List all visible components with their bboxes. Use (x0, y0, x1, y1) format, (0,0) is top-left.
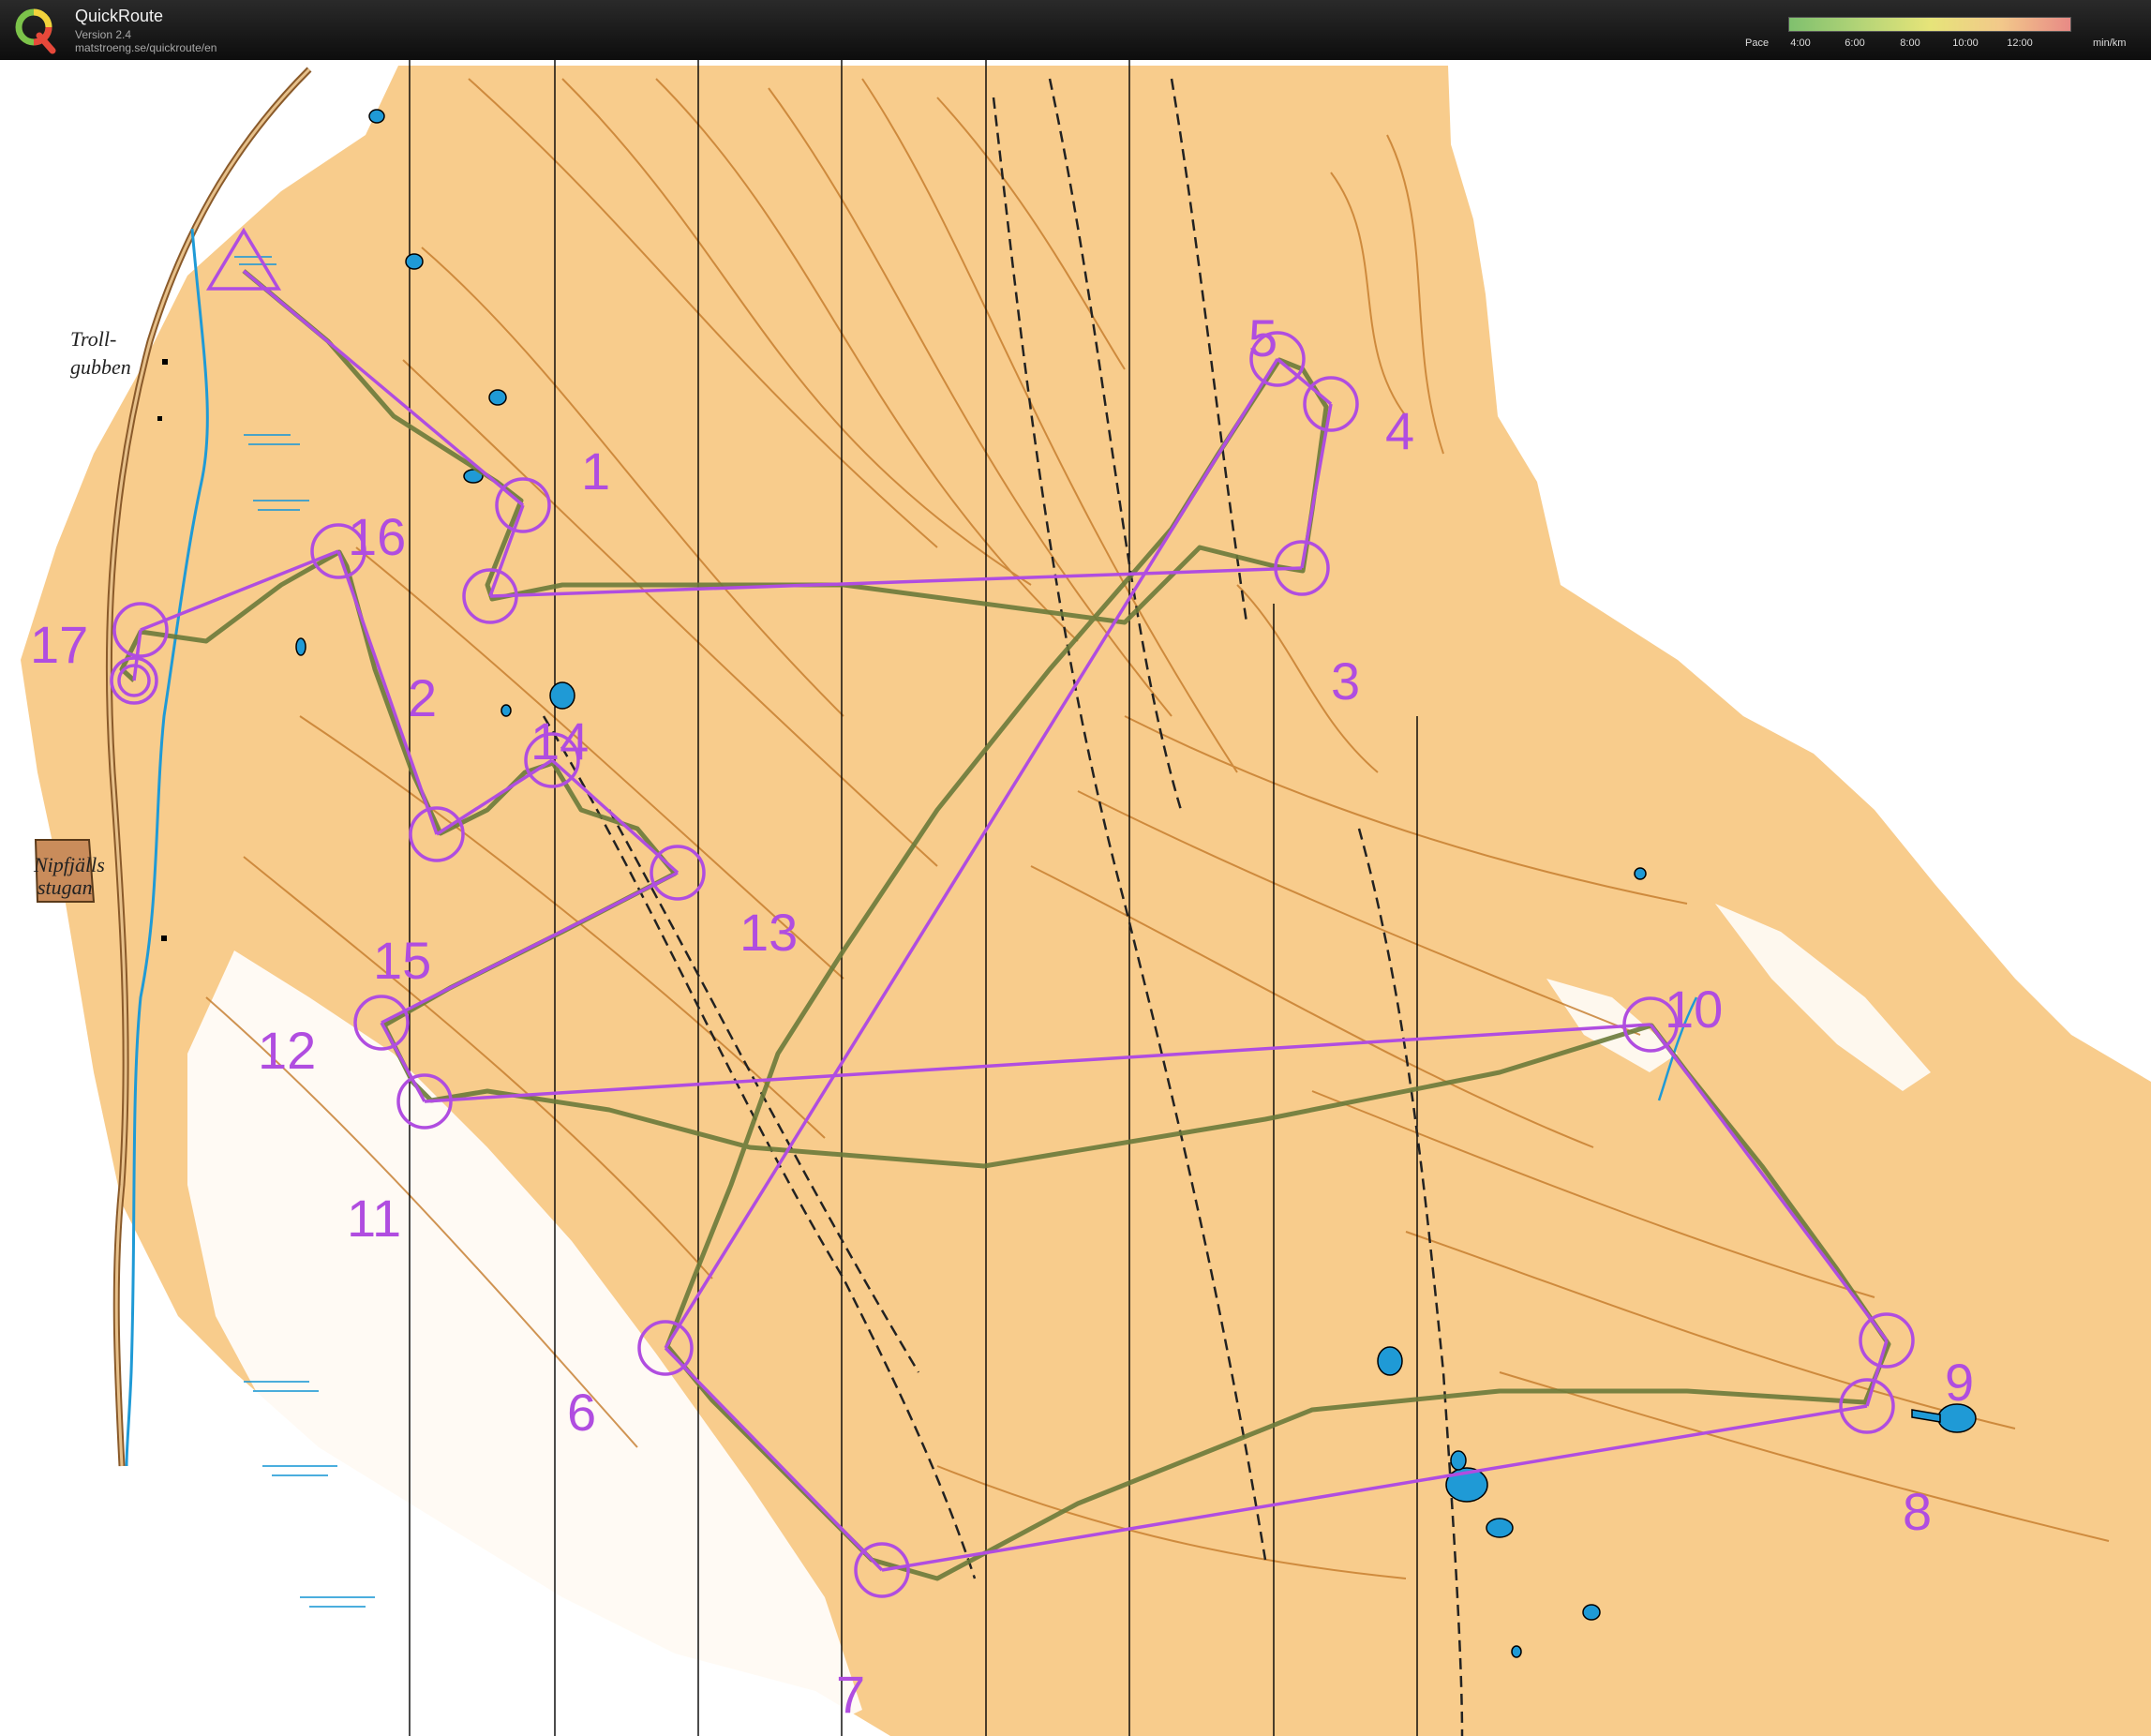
pace-legend: Pace 4:00 6:00 8:00 10:00 12:00 min/km (1741, 15, 2144, 56)
control-number-12: 12 (258, 1021, 316, 1080)
control-number-4: 4 (1385, 401, 1414, 460)
control-number-7: 7 (836, 1665, 865, 1724)
control-number-17: 17 (30, 615, 88, 674)
control-number-10: 10 (1665, 980, 1723, 1039)
control-number-16: 16 (348, 507, 406, 566)
app-title: QuickRoute (75, 7, 164, 25)
pace-tick: 6:00 (1845, 37, 1865, 49)
app-url-link[interactable]: matstroeng.se/quickroute/en (75, 41, 217, 54)
quickroute-logo-icon (15, 8, 56, 54)
pace-tick: 8:00 (1900, 37, 1920, 49)
control-number-1: 1 (581, 441, 610, 501)
pace-tick: 10:00 (1952, 37, 1979, 49)
place-name-trollgubben: Troll- (70, 327, 116, 351)
control-number-8: 8 (1903, 1482, 1932, 1541)
place-name-trollgubben: gubben (70, 355, 131, 379)
place-name-nipfjall: Nipfjälls (33, 853, 105, 876)
pace-color-scale (1788, 17, 2071, 32)
pace-tick: 12:00 (2007, 37, 2033, 49)
orienteering-map[interactable]: Troll- gubben Nipfjälls stugan 12 3456789… (0, 60, 2151, 1736)
pace-label: Pace (1745, 37, 1770, 49)
control-number-9: 9 (1945, 1353, 1974, 1412)
control-number-5: 5 (1248, 308, 1277, 367)
control-number-13: 13 (739, 903, 798, 962)
control-number-15: 15 (373, 931, 431, 990)
app-version: Version 2.4 (75, 28, 132, 41)
pace-unit: min/km (2093, 37, 2127, 49)
app-header: QuickRoute Version 2.4 matstroeng.se/qui… (0, 0, 2151, 60)
control-number-2: 2 (408, 668, 437, 727)
control-number-6: 6 (567, 1383, 596, 1442)
pace-tick: 4:00 (1790, 37, 1811, 49)
control-number-11: 11 (347, 1189, 401, 1248)
place-name-nipfjall: stugan (37, 875, 93, 899)
control-number-3: 3 (1331, 651, 1360, 711)
control-number-14: 14 (530, 711, 589, 771)
